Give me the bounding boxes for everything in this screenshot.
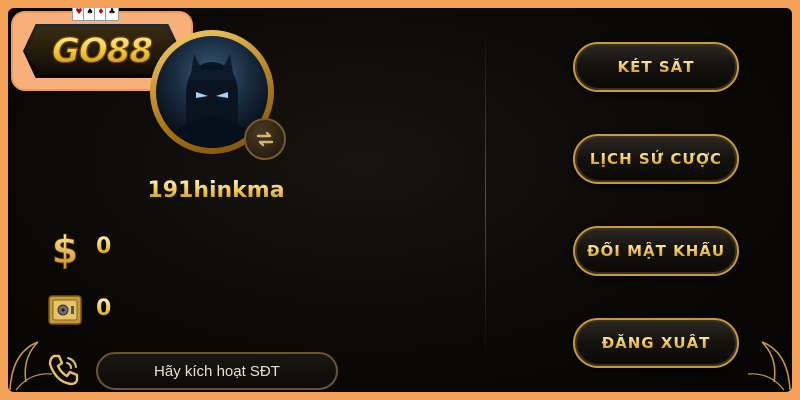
bet-history-button-label: LỊCH SỬ CƯỢC [589, 150, 723, 168]
safe-button-label: KÉT SẮT [617, 58, 695, 76]
corner-ornament-icon [747, 341, 791, 391]
safe-balance-value: 0 [96, 296, 112, 321]
svg-text:$: $ [52, 228, 78, 269]
profile-panel: ♥ ♠ ♦ ♣ GO88 191hinkma $ 0 0 Hãy kích ho… [8, 8, 792, 392]
change-password-button-label: ĐỔI MẬT KHẨU [586, 242, 726, 260]
dollar-icon: $ [48, 228, 82, 269]
safe-button[interactable]: KÉT SẮT [573, 42, 739, 92]
swap-icon [256, 131, 274, 147]
change-password-button[interactable]: ĐỔI MẬT KHẨU [573, 226, 739, 276]
logout-button[interactable]: ĐĂNG XUẤT [573, 318, 739, 368]
logo-cards-icon: ♥ ♠ ♦ ♣ [72, 8, 119, 21]
divider [485, 28, 486, 358]
bet-history-button[interactable]: LỊCH SỬ CƯỢC [573, 134, 739, 184]
change-avatar-button[interactable] [244, 118, 286, 160]
logo-text: GO88 [51, 31, 153, 72]
corner-ornament-icon [9, 341, 53, 391]
app-frame: ♥ ♠ ♦ ♣ GO88 191hinkma $ 0 0 Hãy kích ho… [0, 0, 800, 400]
activate-phone-button[interactable]: Hãy kích hoạt SĐT [96, 352, 338, 390]
balance-value: 0 [96, 234, 112, 259]
username: 191hinkma [136, 178, 296, 203]
logout-button-label: ĐĂNG XUẤT [601, 334, 711, 352]
